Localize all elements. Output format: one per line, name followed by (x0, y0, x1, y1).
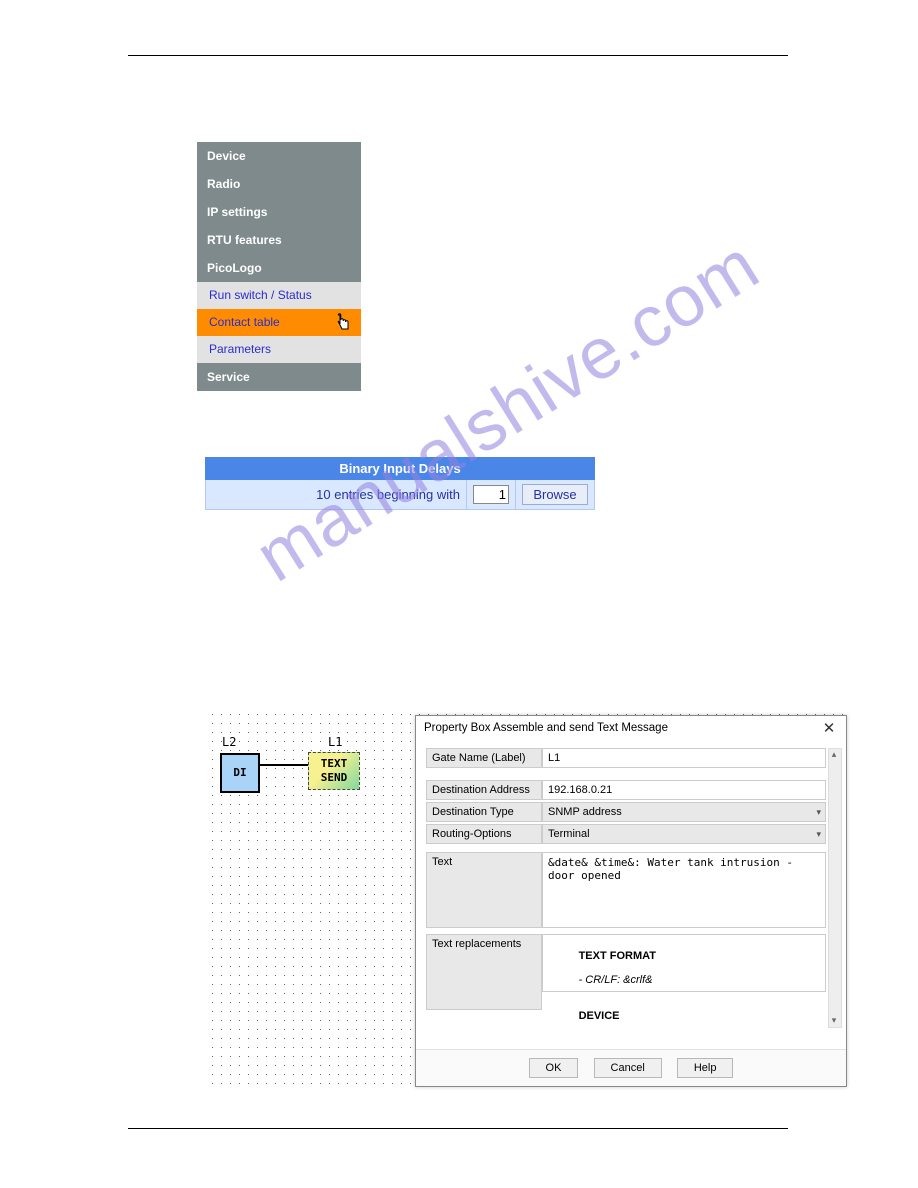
repl-heading2: DEVICE (579, 1010, 620, 1022)
routing-select[interactable]: Terminal ▾ (542, 824, 826, 844)
nav-item-device[interactable]: Device (197, 142, 361, 170)
nav-item-picologo[interactable]: PicoLogo (197, 254, 361, 282)
nav-sub-contacttable[interactable]: Contact table (197, 309, 361, 336)
nav-sub-parameters[interactable]: Parameters (197, 336, 361, 363)
dest-addr-field[interactable]: 192.168.0.21 (542, 780, 826, 800)
chevron-up-icon[interactable]: ▴ (829, 749, 839, 761)
repl-label: Text replacements (426, 934, 542, 1010)
dialog-button-row: OK Cancel Help (416, 1049, 846, 1086)
bid-title: Binary Input Delays (206, 458, 595, 480)
block-l2-label: L2 (222, 735, 236, 749)
routing-value: Terminal (548, 828, 590, 840)
dest-addr-label: Destination Address (426, 780, 542, 800)
nav-item-ip[interactable]: IP settings (197, 198, 361, 226)
chevron-down-icon: ▾ (816, 829, 821, 840)
repl-line1: - CR/LF: &crlf& (579, 974, 653, 986)
cancel-button[interactable]: Cancel (594, 1058, 662, 1078)
pointer-hand-icon (335, 313, 353, 337)
nav-item-service[interactable]: Service (197, 363, 361, 391)
rule-bottom (128, 1128, 788, 1129)
close-icon[interactable]: ✕ (820, 722, 838, 740)
gate-name-field[interactable]: L1 (542, 748, 826, 768)
dest-type-label: Destination Type (426, 802, 542, 822)
dialog-title: Property Box Assemble and send Text Mess… (424, 722, 668, 734)
text-label: Text (426, 852, 542, 928)
nav-sub-label: Contact table (209, 315, 280, 329)
binary-input-delays: Binary Input Delays 10 entries beginning… (205, 457, 595, 510)
di-block[interactable]: DI (220, 753, 260, 793)
nav-item-radio[interactable]: Radio (197, 170, 361, 198)
chevron-down-icon[interactable]: ▾ (829, 1015, 839, 1027)
routing-label: Routing-Options (426, 824, 542, 844)
gate-name-label: Gate Name (Label) (426, 748, 542, 768)
nav-sub-runswitch[interactable]: Run switch / Status (197, 282, 361, 309)
rule-top (128, 55, 788, 56)
dest-type-value: SNMP address (548, 806, 622, 818)
help-button[interactable]: Help (677, 1058, 734, 1078)
scrollbar[interactable]: ▴ ▾ (828, 748, 842, 1028)
repl-heading1: TEXT FORMAT (579, 950, 656, 962)
block-l1-label: L1 (328, 735, 342, 749)
nav-item-rtu[interactable]: RTU features (197, 226, 361, 254)
property-dialog: Property Box Assemble and send Text Mess… (415, 715, 847, 1087)
text-send-block[interactable]: TEXT SEND (308, 752, 360, 790)
dialog-title-bar: Property Box Assemble and send Text Mess… (416, 716, 846, 744)
bid-label: 10 entries beginning with (206, 480, 467, 510)
repl-info: TEXT FORMAT - CR/LF: &crlf& DEVICE (542, 934, 826, 992)
bid-browse-button[interactable]: Browse (522, 484, 587, 505)
dest-type-select[interactable]: SNMP address ▾ (542, 802, 826, 822)
chevron-down-icon: ▾ (816, 807, 821, 818)
text-field[interactable]: &date& &time&: Water tank intrusion - do… (542, 852, 826, 928)
bid-start-input[interactable] (473, 485, 509, 504)
settings-nav: Device Radio IP settings RTU features Pi… (197, 142, 361, 391)
ok-button[interactable]: OK (529, 1058, 579, 1078)
